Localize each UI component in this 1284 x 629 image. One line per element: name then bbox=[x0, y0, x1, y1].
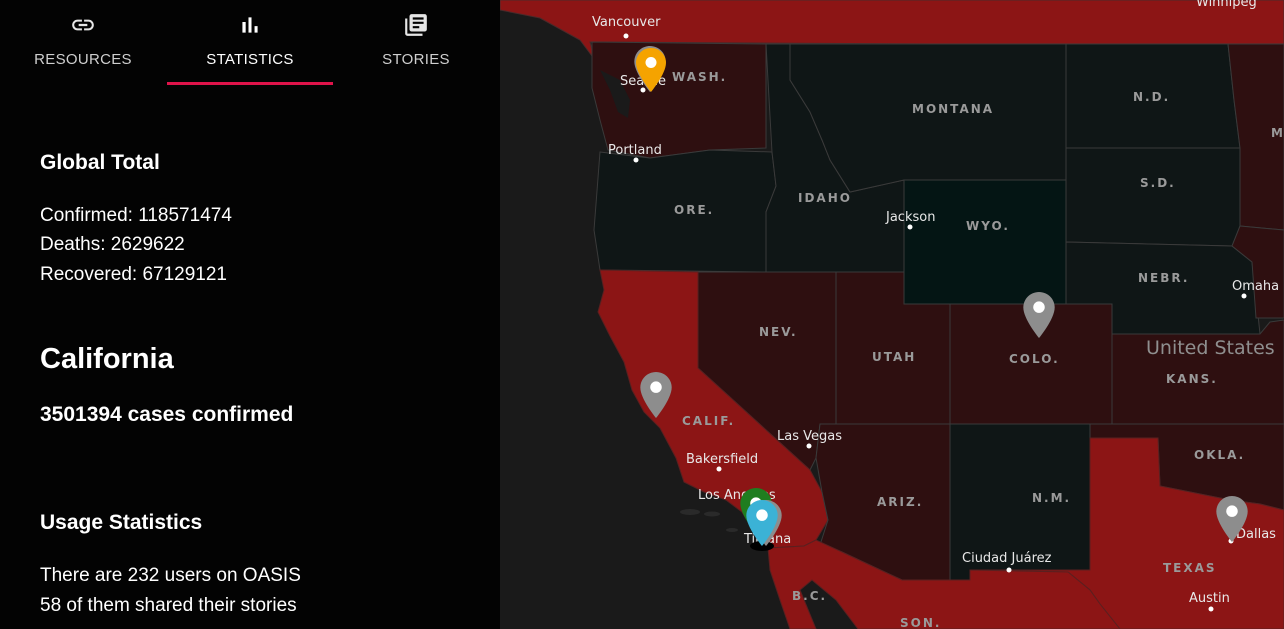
sidebar: RESOURCES STATISTICS STORIES Global Tota… bbox=[0, 0, 500, 629]
state-label-calif: CALIF. bbox=[682, 414, 735, 428]
region-cases: 3501394 cases confirmed bbox=[40, 403, 294, 426]
state-label-wash: WASH. bbox=[672, 70, 727, 84]
tab-resources[interactable]: RESOURCES bbox=[0, 0, 166, 84]
state-label-okla: OKLA. bbox=[1194, 448, 1245, 462]
state-south-dakota[interactable] bbox=[1065, 147, 1241, 247]
city-ciudad-juarez: Ciudad Juárez bbox=[962, 551, 1052, 566]
tab-statistics-label: STATISTICS bbox=[206, 51, 294, 68]
global-confirmed: Confirmed: 118571474 bbox=[40, 205, 232, 226]
tab-resources-label: RESOURCES bbox=[34, 51, 132, 68]
state-label-kans: KANS. bbox=[1166, 372, 1218, 386]
city-las-vegas: Las Vegas bbox=[777, 429, 842, 444]
city-omaha: Omaha bbox=[1232, 279, 1279, 294]
city-dallas: Dallas bbox=[1236, 527, 1276, 542]
global-total-heading: Global Total bbox=[40, 151, 160, 174]
city-dot bbox=[623, 33, 629, 39]
state-label-colo: COLO. bbox=[1009, 352, 1060, 366]
state-label-m: M bbox=[1271, 126, 1284, 140]
map-canvas[interactable]: United States WASH. ORE. CALIF. NEV. IDA… bbox=[500, 0, 1284, 629]
city-winnipeg: Winnipeg bbox=[1196, 0, 1257, 10]
channel-island bbox=[704, 511, 720, 517]
state-label-montana: MONTANA bbox=[912, 102, 994, 116]
usage-shared: 58 of them shared their stories bbox=[40, 595, 297, 616]
city-dot bbox=[1208, 606, 1214, 612]
tab-statistics[interactable]: STATISTICS bbox=[167, 0, 333, 84]
news-icon bbox=[333, 12, 499, 38]
state-label-texas: TEXAS bbox=[1163, 561, 1217, 575]
city-dot bbox=[907, 224, 913, 230]
city-jackson: Jackson bbox=[885, 210, 935, 225]
global-recovered: Recovered: 67129121 bbox=[40, 264, 227, 285]
city-dot bbox=[633, 157, 639, 163]
tab-stories[interactable]: STORIES bbox=[333, 0, 499, 84]
state-label-nebr: NEBR. bbox=[1138, 271, 1189, 285]
state-label-nev: NEV. bbox=[759, 325, 798, 339]
state-label-utah: UTAH bbox=[872, 350, 916, 364]
city-portland: Portland bbox=[608, 143, 662, 158]
state-label-wyo: WYO. bbox=[966, 219, 1010, 233]
city-dot bbox=[806, 443, 812, 449]
state-label-nd: N.D. bbox=[1133, 90, 1170, 104]
city-dot bbox=[1006, 567, 1012, 573]
city-dot bbox=[1241, 293, 1247, 299]
state-label-sd: S.D. bbox=[1140, 176, 1176, 190]
link-icon bbox=[0, 12, 166, 38]
channel-island bbox=[726, 528, 738, 532]
tab-bar: RESOURCES STATISTICS STORIES bbox=[0, 0, 500, 86]
usage-users: There are 232 users on OASIS bbox=[40, 565, 301, 586]
bar-chart-icon bbox=[167, 12, 333, 38]
tab-stories-label: STORIES bbox=[382, 51, 450, 68]
city-austin: Austin bbox=[1189, 591, 1230, 606]
usage-statistics-heading: Usage Statistics bbox=[40, 511, 203, 534]
map-view[interactable]: United States WASH. ORE. CALIF. NEV. IDA… bbox=[500, 0, 1284, 629]
state-label-son: SON. bbox=[900, 616, 941, 629]
state-label-nm: N.M. bbox=[1032, 491, 1071, 505]
city-dot bbox=[716, 466, 722, 472]
region-name: California bbox=[40, 343, 174, 375]
city-bakersfield: Bakersfield bbox=[686, 452, 758, 467]
city-vancouver: Vancouver bbox=[592, 15, 661, 30]
state-label-bc: B.C. bbox=[792, 589, 827, 603]
state-label-ore: ORE. bbox=[674, 203, 714, 217]
state-label-ariz: ARIZ. bbox=[877, 495, 923, 509]
global-deaths: Deaths: 2629622 bbox=[40, 234, 185, 255]
state-wyoming[interactable] bbox=[903, 179, 1067, 305]
state-label-idaho: IDAHO bbox=[798, 191, 852, 205]
city-dot bbox=[640, 87, 646, 93]
country-label: United States bbox=[1146, 337, 1275, 359]
active-tab-indicator bbox=[167, 82, 333, 85]
channel-island bbox=[680, 509, 700, 515]
